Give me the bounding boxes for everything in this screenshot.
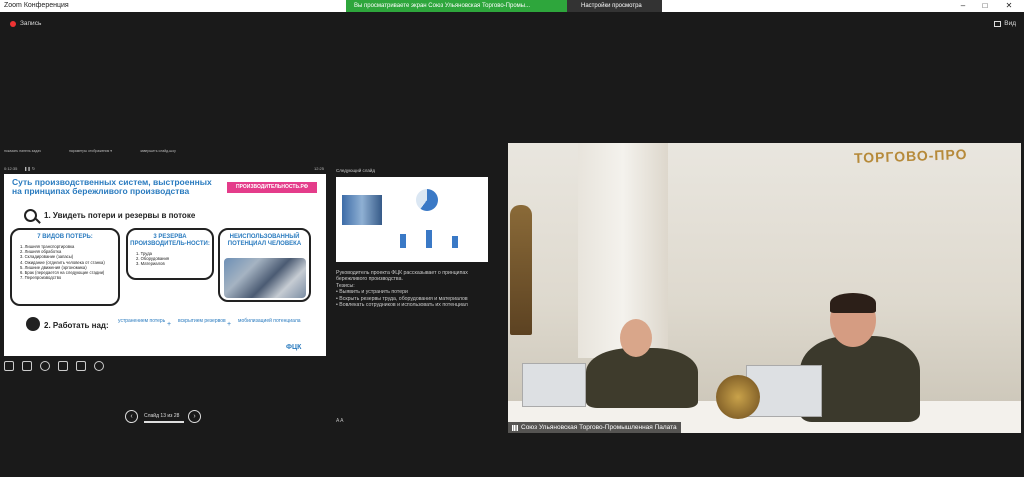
next-slide-button[interactable]: › (188, 410, 201, 423)
thumbnail-bar (452, 236, 458, 248)
slide-badge: ПРОИЗВОДИТЕЛЬНОСТЬ.РФ (227, 182, 317, 193)
reserves-box: 3 РЕЗЕРВА ПРОИЗВОДИТЕЛЬ-НОСТИ: 1. Труда … (126, 228, 214, 280)
list-item: 3. Материалов (136, 261, 165, 267)
step1-heading: 1. Увидеть потери и резервы в потоке (44, 211, 196, 220)
work-item: устранением потерь (118, 318, 166, 324)
work-item: вскрытием резервов (178, 318, 226, 324)
plus-sign: + (227, 321, 232, 328)
subtitles-icon[interactable] (76, 361, 86, 371)
wall-sign: ТОРГОВО-ПРО (853, 146, 968, 166)
magnifier-icon (24, 209, 37, 222)
losses-list: 1. Лишняя транспортировка 2. Лишняя обра… (12, 241, 118, 280)
screen-share-banner: Вы просматриваете экран Союз Ульяновская… (346, 0, 567, 12)
notes-font-size-buttons[interactable]: A A (336, 418, 344, 424)
step2-heading: 2. Работать над: (44, 321, 109, 330)
pause-icon[interactable]: ❚❚ ↻ (24, 166, 35, 171)
statue (510, 205, 532, 335)
plus-sign: + (167, 321, 172, 328)
thumbnail-pie (416, 189, 438, 211)
app-title: Zoom Конференция (4, 2, 69, 9)
workers-photo (224, 258, 306, 298)
maximize-button[interactable]: □ (974, 0, 996, 12)
thumbnail-bar (426, 230, 432, 248)
notes-intro: Руководитель проекта ФЦК рассказывает о … (336, 270, 468, 283)
participant-video[interactable]: ТОРГОВО-ПРО Союз Ульяновская Торгово-Про… (508, 143, 1021, 433)
work-item: мобилизацией потенциала (238, 318, 301, 324)
record-icon (10, 20, 16, 27)
laptop (522, 363, 586, 407)
participant-name-label: Союз Ульяновская Торгово-Промышленная Па… (508, 422, 681, 433)
clock-time: 12:25 (314, 166, 325, 171)
current-slide: Суть производственных систем, выстроенны… (4, 174, 326, 356)
next-slide-label: Следующий слайд (336, 168, 376, 173)
notes-list: Выявить и устранить потери Вскрыть резер… (336, 289, 496, 308)
show-taskbar-button[interactable]: показать панель задач (4, 149, 41, 153)
more-options-icon[interactable] (94, 361, 104, 371)
pen-icon[interactable] (4, 361, 14, 371)
participant-name: Союз Ульяновская Торгово-Промышленная Па… (521, 424, 677, 431)
reserves-title: 3 РЕЗЕРВА ПРОИЗВОДИТЕЛЬ-НОСТИ: (130, 234, 210, 247)
fck-logo: ФЦК (286, 344, 302, 351)
presenter-tools (4, 361, 104, 371)
slide-title: Суть производственных систем, выстроенны… (12, 177, 212, 196)
slides-grid-icon[interactable] (22, 361, 32, 371)
person-right-hair (830, 293, 876, 313)
recording-indicator[interactable]: Запись (10, 20, 41, 27)
slide-progress (144, 421, 184, 423)
gear-icon (26, 317, 40, 331)
display-settings-button[interactable]: параметры отображения ▾ (69, 149, 112, 153)
person-left-head (620, 319, 652, 357)
person-left (586, 348, 698, 408)
losses-box: 7 ВИДОВ ПОТЕРЬ: 1. Лишняя транспортировк… (10, 228, 120, 306)
window-titlebar: Zoom Конференция Вы просматриваете экран… (0, 0, 1024, 12)
view-settings-button[interactable]: Настройки просмотра (567, 0, 662, 12)
minimize-button[interactable]: – (952, 0, 974, 12)
thumbnail-photo (342, 195, 382, 225)
potential-title: НЕИСПОЛЬЗОВАННЫЙ ПОТЕНЦИАЛ ЧЕЛОВЕКА (227, 234, 302, 247)
previous-slide-button[interactable]: ‹ (125, 410, 138, 423)
screen-icon[interactable] (58, 361, 68, 371)
presenter-toolbar: показать панель задач параметры отображе… (0, 146, 505, 156)
potential-box: НЕИСПОЛЬЗОВАННЫЙ ПОТЕНЦИАЛ ЧЕЛОВЕКА (218, 228, 311, 302)
record-label: Запись (20, 20, 42, 27)
list-item: 7. Перепроизводство (20, 275, 62, 281)
trophy (716, 375, 760, 419)
zoom-icon[interactable] (40, 361, 50, 371)
view-button[interactable]: Вид (994, 20, 1016, 27)
list-item: Вовлекать сотрудников и использовать их … (336, 302, 496, 308)
meeting-topbar: Запись Вид (0, 12, 1024, 34)
grid-view-icon (994, 20, 1002, 27)
end-slideshow-button[interactable]: завершить слайд-шоу (140, 149, 176, 153)
next-slide-thumbnail[interactable] (336, 177, 488, 262)
speaker-notes: Руководитель проекта ФЦК рассказывает о … (336, 270, 496, 308)
view-label: Вид (1004, 20, 1016, 27)
reserves-list: 1. Труда 2. Оборудования 3. Материалов (128, 248, 212, 267)
signal-icon (512, 424, 518, 431)
slide-counter[interactable]: Слайд 13 из 28 (144, 413, 179, 419)
elapsed-time: 0:12:35 (4, 166, 18, 171)
thumbnail-bar (400, 234, 406, 248)
close-button[interactable]: ✕ (998, 0, 1020, 12)
losses-title: 7 ВИДОВ ПОТЕРЬ: (37, 234, 93, 240)
